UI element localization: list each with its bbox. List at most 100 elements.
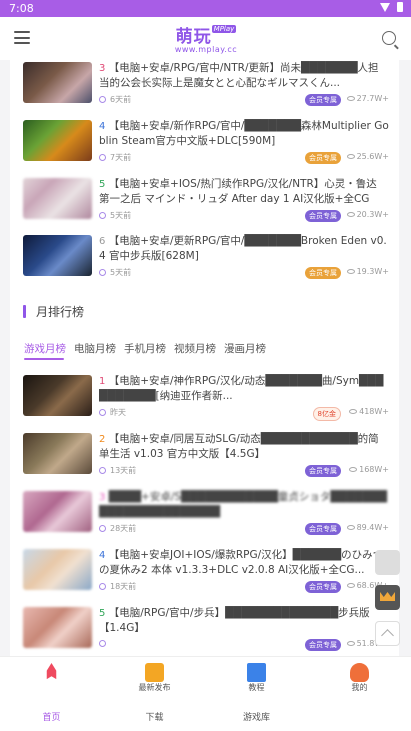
tab-video-monthly[interactable]: 视频月榜 — [174, 341, 216, 356]
eye-icon — [346, 154, 355, 159]
rank-number: 6 — [99, 236, 106, 247]
game-thumbnail[interactable] — [23, 549, 92, 590]
tab-game-monthly[interactable]: 游戏月榜 — [24, 341, 66, 356]
view-count: 418W+ — [349, 407, 389, 416]
list-item[interactable]: 4 【电脑+安卓/新作RPG/官中/███████森林Multiplier Go… — [10, 120, 399, 178]
eye-icon — [346, 212, 355, 217]
game-thumbnail[interactable] — [23, 178, 92, 219]
item-title[interactable]: 4 【电脑+安卓JOI+IOS/爆款RPG/汉化】██████のひみつの夏休み2… — [99, 548, 389, 576]
rank-number: 2 — [99, 434, 106, 445]
game-thumbnail[interactable] — [23, 120, 92, 161]
book-icon — [247, 663, 266, 682]
vip-badge: 会员专属 — [305, 465, 341, 477]
bottom-navigation: 首页 最新发布 下载 教程 游戏库 我的 — [0, 656, 411, 731]
game-thumbnail[interactable] — [23, 62, 92, 103]
item-title[interactable]: 4 【电脑+安卓/新作RPG/官中/███████森林Multiplier Go… — [99, 119, 389, 147]
search-icon[interactable] — [382, 31, 396, 45]
item-time: 5天前 — [110, 268, 132, 277]
nav-profile[interactable]: 我的 — [308, 657, 411, 731]
section-accent — [23, 305, 26, 318]
rank-number: 5 — [99, 608, 106, 619]
hot-list-card: 3 【电脑+安卓/RPG/官中/NTR/更新】尚未███████人担当的公会长实… — [10, 60, 399, 293]
user-icon — [350, 663, 369, 682]
vip-badge: 会员专属 — [305, 523, 341, 535]
vip-badge: 会员专属 — [305, 581, 341, 593]
nav-sub-label: 最新发布 — [138, 683, 171, 692]
list-item[interactable]: 4 【电脑+安卓JOI+IOS/爆款RPG/汉化】██████のひみつの夏休み2… — [10, 549, 399, 607]
floating-mascot-button[interactable] — [375, 550, 400, 575]
nav-download[interactable]: 最新发布 下载 — [103, 657, 206, 731]
clock-icon — [99, 467, 106, 474]
active-tab-indicator — [24, 358, 64, 360]
eye-icon — [346, 269, 355, 274]
item-time: 昨天 — [110, 408, 126, 417]
item-title[interactable]: 3 ████+安卓/S████████████童贞ショタ████████████… — [99, 490, 389, 518]
menu-icon[interactable] — [14, 31, 30, 44]
game-thumbnail[interactable] — [23, 607, 92, 648]
item-time: 28天前 — [110, 524, 137, 533]
item-title[interactable]: 6 【电脑+安卓/更新RPG/官中/███████Broken Eden v0.… — [99, 234, 389, 262]
site-logo[interactable]: 萌玩 MPlay www.mplay.cc — [171, 22, 241, 54]
list-item[interactable]: 6 【电脑+安卓/更新RPG/官中/███████Broken Eden v0.… — [10, 235, 399, 293]
main-content[interactable]: 3 【电脑+安卓/RPG/官中/NTR/更新】尚未███████人担当的公会长实… — [0, 60, 411, 656]
logo-url: www.mplay.cc — [174, 45, 238, 54]
back-to-top-button[interactable] — [375, 621, 400, 646]
vip-badge: 会员专属 — [305, 94, 341, 106]
vip-badge: 会员专属 — [305, 152, 341, 164]
logo-text: 萌玩 — [175, 27, 212, 47]
app-header: 萌玩 MPlay www.mplay.cc — [0, 17, 411, 60]
game-thumbnail[interactable] — [23, 375, 92, 416]
nav-label: 游戏库 — [242, 713, 270, 723]
item-title[interactable]: 3 【电脑+安卓/RPG/官中/NTR/更新】尚未███████人担当的公会长实… — [99, 61, 389, 89]
list-item[interactable]: 3 【电脑+安卓/RPG/官中/NTR/更新】尚未███████人担当的公会长实… — [10, 62, 399, 120]
section-title: 月排行榜 — [36, 305, 85, 319]
crown-icon[interactable] — [375, 585, 400, 610]
nav-label: 首页 — [42, 713, 61, 723]
view-count: 168W+ — [349, 465, 389, 474]
eye-icon — [346, 583, 355, 588]
status-time: 7:08 — [9, 2, 34, 15]
eye-icon — [346, 96, 355, 101]
tab-pc-monthly[interactable]: 电脑月榜 — [74, 341, 116, 356]
list-item[interactable]: 2 【电脑+安卓/同居互动SLG/动态████████████的简单生活 v1.… — [10, 433, 399, 491]
tab-comic-monthly[interactable]: 漫画月榜 — [224, 341, 266, 356]
list-item[interactable]: 5 【电脑/RPG/官中/步兵】██████████████步兵版【1.4G】 … — [10, 607, 399, 656]
clock-icon — [99, 96, 106, 103]
item-title[interactable]: 5 【电脑+安卓+IOS/热门续作RPG/汉化/NTR】心灵・鲁达 第一之后 マ… — [99, 177, 389, 205]
rank-number: 1 — [99, 376, 106, 387]
nav-game-library[interactable]: 教程 游戏库 — [205, 657, 308, 731]
vip-badge: 会员专属 — [305, 267, 341, 279]
item-time: 6天前 — [110, 95, 132, 104]
item-time: 5天前 — [110, 211, 132, 220]
item-title[interactable]: 1 【电脑+安卓/神作RPG/汉化/动态███████曲/Sym████████… — [99, 374, 389, 402]
eye-icon — [346, 525, 355, 530]
eye-icon — [349, 409, 358, 414]
rank-number: 5 — [99, 179, 106, 190]
game-thumbnail[interactable] — [23, 433, 92, 474]
item-title[interactable]: 5 【电脑/RPG/官中/步兵】██████████████步兵版【1.4G】 — [99, 606, 389, 634]
game-thumbnail[interactable] — [23, 235, 92, 276]
monthly-tabs: 游戏月榜 电脑月榜 手机月榜 视频月榜 漫画月榜 — [10, 332, 399, 366]
list-item[interactable]: 5 【电脑+安卓+IOS/热门续作RPG/汉化/NTR】心灵・鲁达 第一之后 マ… — [10, 178, 399, 236]
nav-home[interactable]: 首页 — [0, 657, 103, 731]
item-time: 13天前 — [110, 466, 137, 475]
item-title[interactable]: 2 【电脑+安卓/同居互动SLG/动态████████████的简单生活 v1.… — [99, 432, 389, 460]
view-count: 89.4W+ — [346, 523, 389, 532]
list-item[interactable]: 3 ████+安卓/S████████████童贞ショタ████████████… — [10, 491, 399, 549]
list-item[interactable]: 1 【电脑+安卓/神作RPG/汉化/动态███████曲/Sym████████… — [10, 375, 399, 433]
view-count: 19.3W+ — [346, 267, 389, 276]
game-thumbnail[interactable] — [23, 491, 92, 532]
monthly-list-card: 1 【电脑+安卓/神作RPG/汉化/动态███████曲/Sym████████… — [10, 366, 399, 656]
rank-number: 3 — [99, 492, 106, 503]
clock-icon — [99, 525, 106, 532]
tab-mobile-monthly[interactable]: 手机月榜 — [124, 341, 166, 356]
price-badge: 8亿金 — [312, 407, 341, 421]
logo-tag: MPlay — [211, 25, 237, 33]
rank-number: 4 — [99, 550, 106, 561]
clock-icon — [99, 409, 106, 416]
nav-sub-label: 教程 — [248, 683, 265, 692]
eye-icon — [349, 467, 358, 472]
release-icon — [145, 663, 164, 682]
eye-icon — [346, 641, 355, 646]
vip-badge: 会员专属 — [305, 639, 341, 651]
